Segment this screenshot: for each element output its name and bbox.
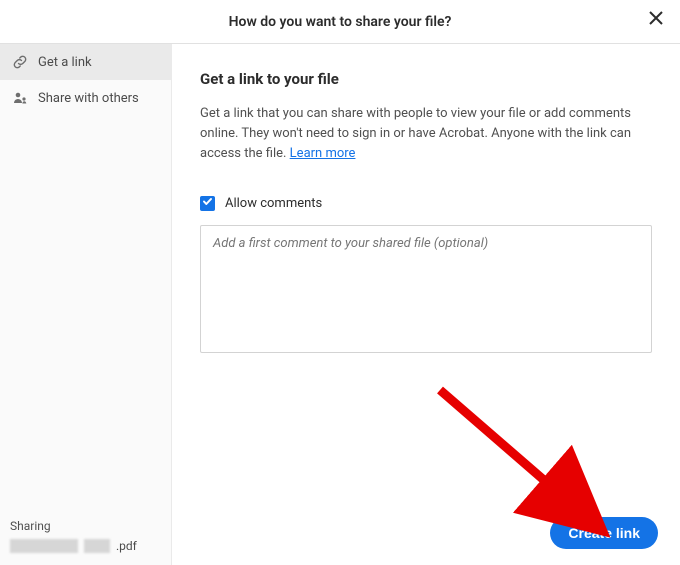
dialog-header: How do you want to share your file? xyxy=(0,0,680,44)
allow-comments-checkbox[interactable] xyxy=(200,196,215,211)
sidebar-item-label: Get a link xyxy=(38,55,92,70)
sidebar: Get a link Share with others Sharing .pd… xyxy=(0,44,172,565)
sharing-file: .pdf xyxy=(10,539,161,553)
file-extension: .pdf xyxy=(116,539,137,553)
sidebar-item-label: Share with others xyxy=(38,91,139,106)
create-link-button[interactable]: Create link xyxy=(550,517,658,549)
sidebar-item-share-others[interactable]: Share with others xyxy=(0,80,171,116)
sidebar-footer: Sharing .pdf xyxy=(10,519,161,553)
close-button[interactable] xyxy=(646,10,666,30)
link-icon xyxy=(12,54,28,70)
allow-comments-row: Allow comments xyxy=(200,196,652,211)
dialog-body: Get a link Share with others Sharing .pd… xyxy=(0,44,680,565)
panel-description: Get a link that you can share with peopl… xyxy=(200,104,650,164)
first-comment-textarea[interactable] xyxy=(200,225,652,353)
allow-comments-label: Allow comments xyxy=(225,196,322,211)
people-icon xyxy=(12,90,28,106)
redacted-part xyxy=(84,539,110,553)
close-icon xyxy=(649,11,663,29)
sharing-label: Sharing xyxy=(10,519,161,533)
redacted-filename xyxy=(10,539,78,553)
dialog-title: How do you want to share your file? xyxy=(229,14,452,30)
sidebar-item-get-link[interactable]: Get a link xyxy=(0,44,171,80)
panel-title: Get a link to your file xyxy=(200,70,652,88)
checkmark-icon xyxy=(202,196,213,211)
main-panel: Get a link to your file Get a link that … xyxy=(172,44,680,565)
learn-more-link[interactable]: Learn more xyxy=(290,146,356,161)
